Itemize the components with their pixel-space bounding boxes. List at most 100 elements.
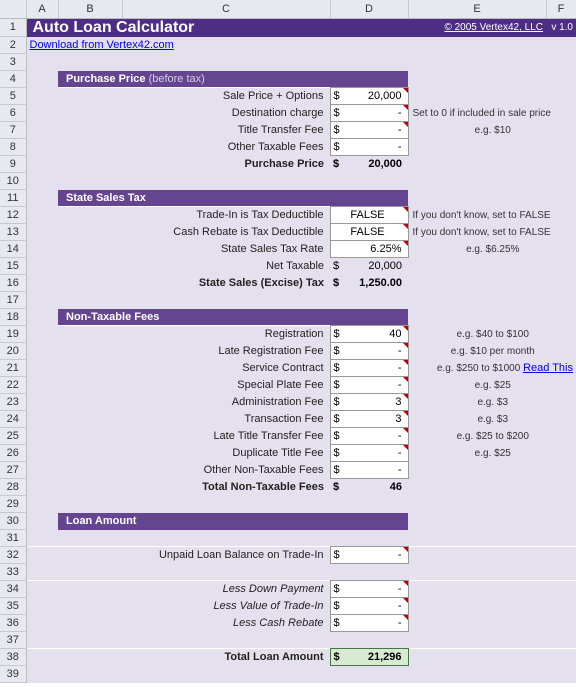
row-20[interactable]: 20 [0,343,26,360]
row-26[interactable]: 26 [0,445,26,462]
read-this-link[interactable]: Read This [523,362,573,374]
row-38[interactable]: 38 [0,649,26,666]
row-37[interactable]: 37 [0,632,26,649]
label-other-nontax: Other Non-Taxable Fees [58,462,330,479]
input-tradein-val[interactable]: $- [330,598,408,615]
row-8[interactable]: 8 [0,139,26,156]
input-transaction[interactable]: $3 [330,411,408,428]
comment-icon[interactable] [403,326,408,331]
row-4[interactable]: 4 [0,71,26,88]
row-35[interactable]: 35 [0,598,26,615]
row-17[interactable]: 17 [0,292,26,309]
row-25[interactable]: 25 [0,428,26,445]
input-plate[interactable]: $- [330,377,408,394]
comment-icon[interactable] [403,207,408,212]
row-12[interactable]: 12 [0,207,26,224]
comment-icon[interactable] [403,105,408,110]
comment-icon[interactable] [403,394,408,399]
row-22[interactable]: 22 [0,377,26,394]
row-11[interactable]: 11 [0,190,26,207]
comment-icon[interactable] [403,241,408,246]
input-tax-rate[interactable]: 6.25% [330,241,408,258]
row-14[interactable]: 14 [0,241,26,258]
input-unpaid-bal[interactable]: $- [330,547,408,564]
row-9[interactable]: 9 [0,156,26,173]
col-A[interactable]: A [26,0,58,18]
input-other-nontax[interactable]: $- [330,462,408,479]
row-27[interactable]: 27 [0,462,26,479]
row-6[interactable]: 6 [0,105,26,122]
input-late-title[interactable]: $- [330,428,408,445]
row-32[interactable]: 32 [0,547,26,564]
input-destination[interactable]: $- [330,105,408,122]
input-title-fee[interactable]: $- [330,122,408,139]
row-18[interactable]: 18 [0,309,26,326]
section-nontax-fees: Non-Taxable Fees [58,309,408,326]
row-2[interactable]: 2 [0,37,26,54]
comment-icon[interactable] [403,547,408,552]
row-30[interactable]: 30 [0,513,26,530]
col-E[interactable]: E [408,0,546,18]
comment-icon[interactable] [403,445,408,450]
row-10[interactable]: 10 [0,173,26,190]
col-F[interactable]: F [546,0,576,18]
row-23[interactable]: 23 [0,394,26,411]
comment-icon[interactable] [403,598,408,603]
comment-icon[interactable] [403,581,408,586]
comment-icon[interactable] [403,411,408,416]
row-16[interactable]: 16 [0,275,26,292]
version: v 1.0 [546,18,576,37]
row-36[interactable]: 36 [0,615,26,632]
comment-icon[interactable] [403,122,408,127]
input-sale-price[interactable]: $20,000 [330,88,408,105]
row-29[interactable]: 29 [0,496,26,513]
section-title: Purchase Price [66,73,146,85]
input-cash-rebate[interactable]: $- [330,615,408,632]
row-19[interactable]: 19 [0,326,26,343]
row-13[interactable]: 13 [0,224,26,241]
col-C[interactable]: C [122,0,330,18]
comment-icon[interactable] [403,343,408,348]
input-late-reg[interactable]: $- [330,343,408,360]
comment-icon[interactable] [403,377,408,382]
comment-icon[interactable] [403,360,408,365]
comment-icon[interactable] [403,615,408,620]
row-33[interactable]: 33 [0,564,26,581]
row-21[interactable]: 21 [0,360,26,377]
row-39[interactable]: 39 [0,666,26,683]
column-headers: A B C D E F [0,0,576,18]
copyright-link[interactable]: © 2005 Vertex42, LLC [330,18,546,37]
row-5[interactable]: 5 [0,88,26,105]
download-link[interactable]: Download from Vertex42.com [26,37,330,54]
row-28[interactable]: 28 [0,479,26,496]
input-service[interactable]: $- [330,360,408,377]
note-late-title: e.g. $25 to $200 [408,428,576,445]
corner-cell [0,0,26,18]
input-rebate-deduct[interactable]: FALSE [330,224,408,241]
input-other-tax[interactable]: $- [330,139,408,156]
row-3[interactable]: 3 [0,54,26,71]
input-admin[interactable]: $3 [330,394,408,411]
label-plate: Special Plate Fee [58,377,330,394]
row-24[interactable]: 24 [0,411,26,428]
col-B[interactable]: B [58,0,122,18]
label-sales-tax-total: State Sales (Excise) Tax [58,275,330,292]
row-34[interactable]: 34 [0,581,26,598]
input-down-pay[interactable]: $- [330,581,408,598]
label-total-loan: Total Loan Amount [58,649,330,666]
label-tax-rate: State Sales Tax Rate [58,241,330,258]
comment-icon[interactable] [403,88,408,93]
row-15[interactable]: 15 [0,258,26,275]
purchase-price-total: $20,000 [330,156,408,173]
row-31[interactable]: 31 [0,530,26,547]
row-1[interactable]: 1 [0,18,26,37]
label-destination: Destination charge [58,105,330,122]
label-registration: Registration [58,326,330,343]
input-tradein-deduct[interactable]: FALSE [330,207,408,224]
input-dup-title[interactable]: $- [330,445,408,462]
input-registration[interactable]: $40 [330,326,408,343]
row-7[interactable]: 7 [0,122,26,139]
col-D[interactable]: D [330,0,408,18]
comment-icon[interactable] [403,224,408,229]
comment-icon[interactable] [403,428,408,433]
